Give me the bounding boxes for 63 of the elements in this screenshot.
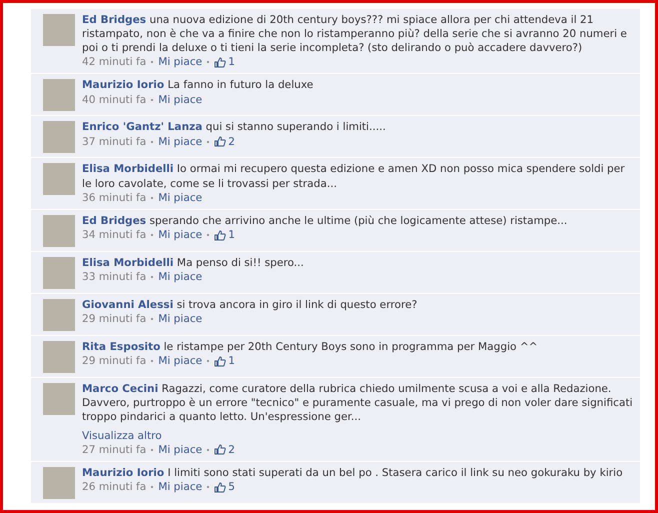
like-link[interactable]: Mi piace	[158, 190, 202, 205]
thumbs-up-icon[interactable]	[214, 136, 226, 148]
avatar-placeholder	[43, 79, 75, 112]
comment-text: Maurizio Iorio La fanno in futuro la deluxe	[82, 78, 314, 93]
comment-text: Enrico 'Gantz' Lanza qui si stanno superando i limiti.....	[82, 120, 387, 135]
avatar-placeholder	[43, 298, 75, 331]
like-link[interactable]: Mi piace	[158, 270, 202, 284]
thumbs-up-icon[interactable]	[214, 230, 226, 241]
like-count: 2	[228, 442, 235, 457]
author-link[interactable]: Maurizio Iorio	[82, 79, 164, 92]
like-link[interactable]: Mi piace	[158, 134, 202, 149]
like-count: 1	[228, 354, 235, 368]
like-link[interactable]: Mi piace	[158, 55, 202, 70]
author-link[interactable]: Rita Esposito	[82, 340, 160, 353]
avatar-placeholder	[43, 214, 75, 247]
comment-text: Giovanni Alessi si trova ancora in giro il link di questo errore?	[82, 298, 418, 312]
timestamp: 34 minuti fa	[82, 228, 146, 242]
avatar-placeholder	[43, 14, 75, 46]
like-link[interactable]: Mi piace	[158, 442, 202, 457]
avatar-placeholder	[43, 163, 75, 196]
avatar-placeholder	[43, 340, 75, 373]
thumbs-up-icon[interactable]	[214, 356, 226, 367]
see-more-link[interactable]: Visualizza altro	[82, 428, 162, 443]
avatar-placeholder	[43, 256, 75, 289]
timestamp: 29 minuti fa	[82, 354, 146, 368]
timestamp: 37 minuti fa	[82, 134, 146, 149]
comment-text: Elisa Morbidelli Ma penso di si!! spero...	[82, 256, 305, 270]
comment-text: Elisa Morbidelli Io ormai mi recupero questa edizione e amen XD non posso mica spendere soldi per le loro cavolate, come se li trovassi per strada...	[82, 162, 626, 191]
comment-text: Ed Bridges una nuova edizione di 20th century boys??? mi spiace allora per chi attendeva il 21 ristampato, non è che va a finire che non lo ristamperanno più? della serie che si avranno 20 numeri e poi o ti prendi la deluxe o ti tieni la serie incompleta? (sto delirando o può accadere davvero?)	[82, 12, 628, 56]
like-count: 2	[228, 134, 235, 149]
author-link[interactable]: Enrico 'Gantz' Lanza	[82, 121, 202, 134]
avatar-placeholder	[43, 467, 75, 499]
comment-text: Maurizio Iorio I limiti sono stati superati da un bel po . Stasera carico il link su neo gokuraku by kirio	[82, 466, 624, 480]
like-count: 5	[228, 480, 235, 494]
avatar-placeholder	[43, 121, 75, 154]
author-link[interactable]: Marco Cecini	[82, 382, 158, 395]
thumbs-up-icon[interactable]	[214, 56, 226, 68]
comment-text: Marco Cecini Ragazzi, come curatore della rubrica chiedo umilmente scusa a voi e alla Redazione. Davvero, purtroppo è un errore "tecnico" e puramente casuale, ma vi prego di non voler dare significati troppo pindarici a quanto letto. Un'espressione ger...	[82, 382, 634, 425]
timestamp: 29 minuti fa	[82, 312, 146, 326]
author-link[interactable]: Ed Bridges	[82, 214, 146, 227]
author-link[interactable]: Maurizio Iorio	[82, 467, 164, 479]
timestamp: 40 minuti fa	[82, 92, 146, 107]
like-count: 1	[228, 55, 235, 70]
thumbs-up-icon[interactable]	[214, 444, 226, 456]
like-link[interactable]: Mi piace	[158, 92, 202, 107]
timestamp: 27 minuti fa	[82, 442, 146, 457]
like-link[interactable]: Mi piace	[158, 480, 202, 494]
author-link[interactable]: Elisa Morbidelli	[82, 256, 174, 269]
timestamp: 33 minuti fa	[82, 270, 146, 284]
comment-text: Rita Esposito le ristampe per 20th Century Boys sono in programma per Maggio ^^	[82, 340, 539, 354]
author-link[interactable]: Ed Bridges	[82, 14, 146, 26]
like-count: 1	[228, 228, 235, 242]
author-link[interactable]: Elisa Morbidelli	[82, 163, 174, 176]
timestamp: 36 minuti fa	[82, 190, 146, 205]
like-link[interactable]: Mi piace	[158, 228, 202, 242]
thumbs-up-icon[interactable]	[214, 482, 226, 493]
timestamp: 42 minuti fa	[82, 55, 146, 70]
like-link[interactable]: Mi piace	[158, 354, 202, 368]
comment-text: Ed Bridges sperando che arrivino anche le ultime (più che logicamente attese) ristampe...	[82, 214, 568, 228]
like-link[interactable]: Mi piace	[158, 312, 202, 326]
author-link[interactable]: Giovanni Alessi	[82, 298, 174, 311]
avatar-placeholder	[43, 382, 75, 415]
timestamp: 26 minuti fa	[82, 480, 146, 494]
